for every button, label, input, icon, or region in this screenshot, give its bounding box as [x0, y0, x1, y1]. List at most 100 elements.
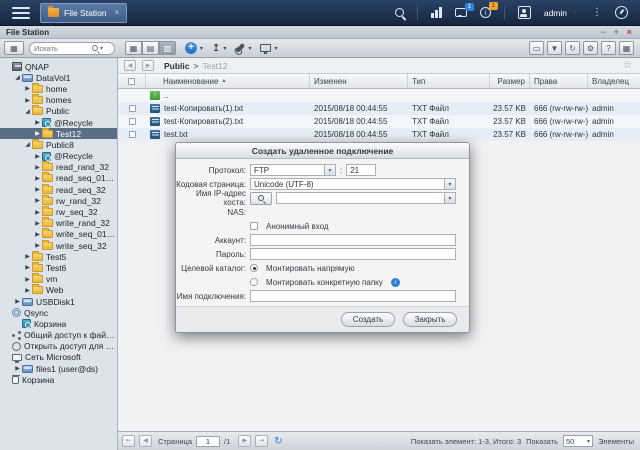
tree-item[interactable]: ▶Test12 — [0, 128, 117, 139]
caret-collapsed-icon[interactable]: ▶ — [33, 186, 42, 193]
last-page-icon[interactable]: ⇥ — [255, 435, 268, 447]
caret-collapsed-icon[interactable]: ▶ — [23, 253, 32, 260]
first-page-icon[interactable]: ⇤ — [122, 435, 135, 447]
row-checkbox[interactable] — [129, 131, 136, 138]
caret-collapsed-icon[interactable]: ▶ — [33, 242, 42, 249]
close-icon[interactable]: × — [627, 27, 632, 37]
search-input[interactable] — [34, 44, 92, 53]
table-row[interactable]: test.txt2015/08/18 00:44:55TXT Файл23.57… — [118, 128, 640, 141]
caret-collapsed-icon[interactable]: ▶ — [33, 220, 42, 227]
tree-item[interactable]: ▶rw_seq_32 — [0, 206, 117, 217]
tree-item[interactable]: ▶write_seq_01_32_files — [0, 229, 117, 240]
notifications-icon[interactable]: 1 — [455, 8, 467, 17]
tree-item[interactable]: QNAP — [0, 61, 117, 72]
caret-collapsed-icon[interactable]: ▶ — [33, 231, 42, 238]
select-all-checkbox[interactable] — [128, 78, 135, 85]
table-row[interactable]: test-Копировать(2).txt2015/08/18 00:44:5… — [118, 115, 640, 128]
tree-item[interactable]: ▶@Recycle — [0, 117, 117, 128]
view-details-button[interactable]: ▥ — [159, 41, 176, 55]
minimize-icon[interactable]: − — [600, 27, 605, 37]
filter-button[interactable]: ▼ — [547, 41, 562, 55]
caret-collapsed-icon[interactable]: ▶ — [33, 197, 42, 204]
caret-collapsed-icon[interactable]: ▶ — [33, 209, 42, 216]
search-box[interactable]: ▾ — [29, 42, 115, 55]
remote-view-menu-button[interactable]: ▾ — [260, 44, 277, 52]
caret-collapsed-icon[interactable]: ▶ — [13, 298, 22, 305]
caret-collapsed-icon[interactable]: ▶ — [33, 119, 42, 126]
maximize-icon[interactable]: + — [613, 27, 618, 37]
view-thumbnails-button[interactable]: ▦ — [125, 41, 142, 55]
tree-item[interactable]: Корзина — [0, 374, 117, 385]
port-input[interactable] — [346, 164, 376, 176]
create-button[interactable]: Создать — [341, 312, 395, 327]
settings-button[interactable]: ⚙ — [583, 41, 598, 55]
caret-collapsed-icon[interactable]: ▶ — [33, 175, 42, 182]
caret-collapsed-icon[interactable]: ▶ — [33, 130, 42, 137]
connection-name-input[interactable] — [250, 290, 456, 302]
caret-collapsed-icon[interactable]: ▶ — [23, 287, 32, 294]
refresh-button[interactable]: ↻ — [565, 41, 580, 55]
column-header-name[interactable]: Наименование▲ — [146, 74, 310, 88]
tree-item[interactable]: Сеть Microsoft — [0, 352, 117, 363]
more-options-icon[interactable]: ⋮ — [592, 7, 602, 18]
nav-back-icon[interactable]: ◀ — [124, 60, 136, 71]
column-header-modified[interactable]: Изменен — [310, 74, 408, 88]
account-input[interactable] — [250, 234, 456, 246]
caret-expanded-icon[interactable]: ◢ — [23, 108, 32, 115]
caret-collapsed-icon[interactable]: ▶ — [23, 97, 32, 104]
tree-item[interactable]: ▶write_seq_32 — [0, 240, 117, 251]
tree-item[interactable]: ▶read_seq_01_32_files — [0, 173, 117, 184]
row-checkbox[interactable] — [129, 105, 136, 112]
column-header-type[interactable]: Тип — [408, 74, 490, 88]
caret-collapsed-icon[interactable]: ▶ — [23, 264, 32, 271]
password-input[interactable] — [250, 248, 456, 260]
columns-button[interactable]: ▦ — [619, 41, 634, 55]
tree-item[interactable]: ▶@Recycle — [0, 151, 117, 162]
search-host-button[interactable] — [250, 192, 272, 205]
tree-item[interactable]: Qsync — [0, 307, 117, 318]
caret-collapsed-icon[interactable]: ▶ — [23, 85, 32, 92]
parent-directory-row[interactable]: ↑.. — [118, 89, 640, 102]
tree-item[interactable]: Общий доступ к файлам — [0, 330, 117, 341]
protocol-select[interactable]: FTP▾ — [250, 164, 336, 176]
dialog-title[interactable]: Создать удаленное подключение — [176, 143, 469, 159]
tree-item[interactable]: ▶homes — [0, 95, 117, 106]
tree-item[interactable]: ▶read_seq_32 — [0, 184, 117, 195]
info-icon[interactable]: i — [391, 278, 400, 287]
tab-close-icon[interactable]: × — [115, 8, 120, 17]
sidebar-toggle-button[interactable]: ▦ — [4, 41, 24, 55]
main-menu-icon[interactable] — [12, 7, 30, 19]
tree-item[interactable]: ▶rw_rand_32 — [0, 195, 117, 206]
tree-item[interactable]: ◢DataVol1 — [0, 72, 117, 83]
alerts-icon[interactable]: i1 — [480, 7, 491, 18]
mount-directly-radio[interactable] — [250, 264, 258, 272]
tree-item[interactable]: ◢Public — [0, 106, 117, 117]
caret-expanded-icon[interactable]: ◢ — [23, 141, 32, 148]
tree-item[interactable]: ◢Public8 — [0, 139, 117, 150]
user-profile-icon[interactable] — [518, 6, 531, 19]
next-page-icon[interactable]: ▶ — [238, 435, 251, 447]
resource-monitor-icon[interactable] — [431, 7, 442, 18]
view-list-button[interactable]: ▤ — [142, 41, 159, 55]
caret-collapsed-icon[interactable]: ▶ — [33, 164, 42, 171]
table-row[interactable]: test-Копировать(1).txt2015/08/18 00:44:5… — [118, 102, 640, 115]
nav-forward-icon[interactable]: ▶ — [142, 60, 154, 71]
tree-item[interactable]: ▶write_rand_32 — [0, 218, 117, 229]
tree-item[interactable]: ▶Test6 — [0, 262, 117, 273]
tree-item[interactable]: ▶USBDisk1 — [0, 296, 117, 307]
tree-item[interactable]: ▶read_rand_32 — [0, 162, 117, 173]
help-button[interactable]: ? — [601, 41, 616, 55]
prev-page-icon[interactable]: ◀ — [139, 435, 152, 447]
upload-menu-button[interactable]: ↥▾ — [212, 43, 226, 54]
tree-item[interactable]: ▶Web — [0, 285, 117, 296]
caret-collapsed-icon[interactable]: ▶ — [13, 365, 22, 372]
tree-item[interactable]: Корзина — [0, 318, 117, 329]
dashboard-icon[interactable] — [615, 6, 628, 19]
host-select[interactable]: ▾ — [276, 192, 456, 204]
tree-item[interactable]: ▶home — [0, 83, 117, 94]
close-dialog-button[interactable]: Закрыть — [403, 312, 457, 327]
caret-expanded-icon[interactable]: ◢ — [13, 74, 22, 81]
tree-item[interactable]: ▶vm — [0, 274, 117, 285]
global-search-icon[interactable] — [395, 8, 404, 17]
column-header-size[interactable]: Размер — [490, 74, 530, 88]
